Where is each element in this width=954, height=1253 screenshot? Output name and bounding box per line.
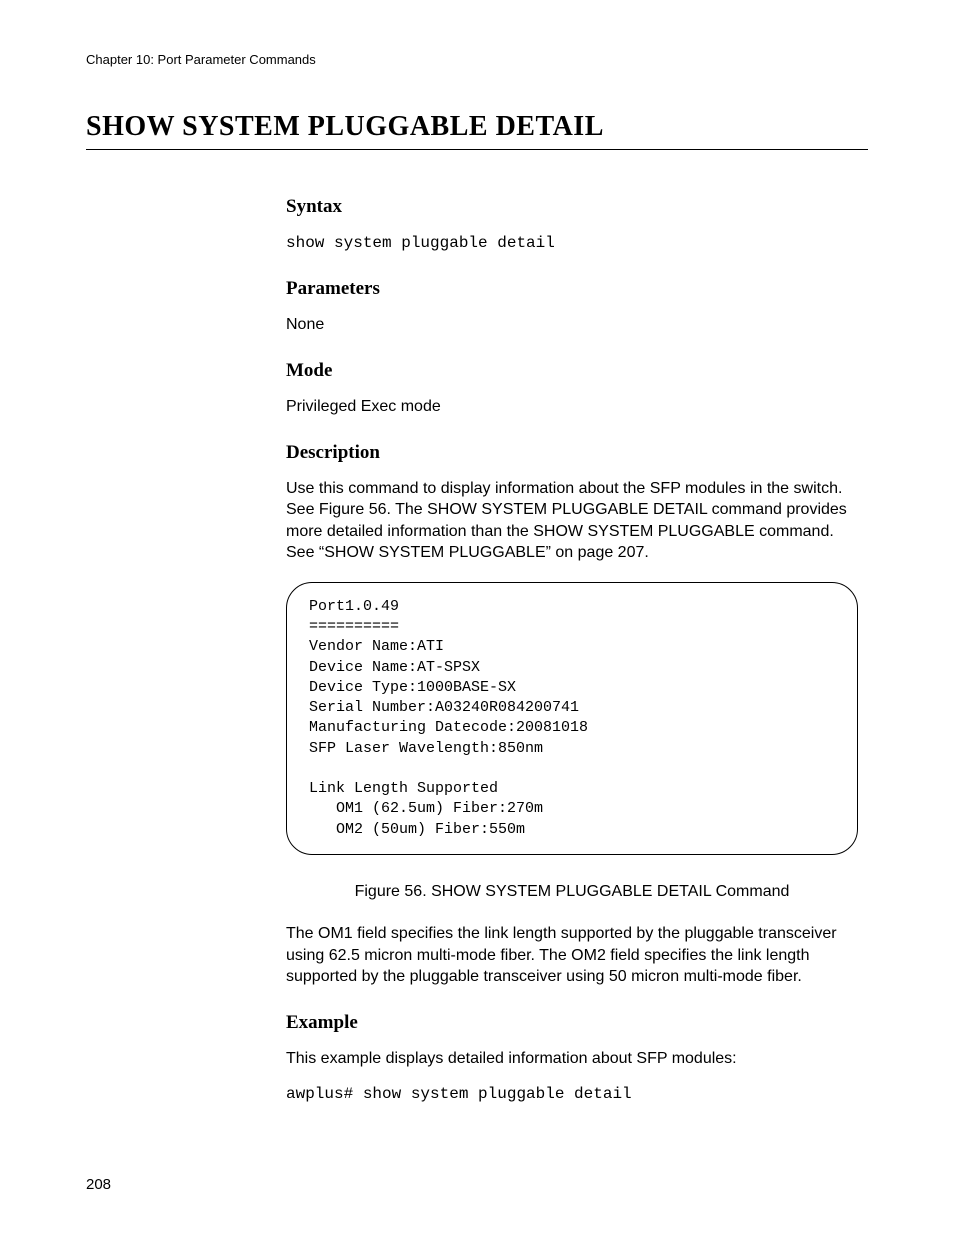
- figure-output-box: Port1.0.49 ========== Vendor Name:ATI De…: [286, 582, 858, 855]
- running-head: Chapter 10: Port Parameter Commands: [86, 52, 868, 67]
- example-code: awplus# show system pluggable detail: [286, 1083, 858, 1105]
- syntax-code: show system pluggable detail: [286, 232, 858, 254]
- parameters-text: None: [286, 314, 858, 336]
- figure-code: Port1.0.49 ========== Vendor Name:ATI De…: [309, 597, 835, 840]
- content-body: Syntax show system pluggable detail Para…: [286, 196, 858, 1106]
- example-text: This example displays detailed informati…: [286, 1048, 858, 1070]
- description-heading: Description: [286, 442, 858, 464]
- parameters-heading: Parameters: [286, 278, 858, 300]
- command-title: SHOW SYSTEM PLUGGABLE DETAIL: [86, 111, 868, 150]
- description-text: Use this command to display information …: [286, 478, 858, 564]
- page-number: 208: [86, 1176, 868, 1193]
- mode-text: Privileged Exec mode: [286, 396, 858, 418]
- description-text-2: The OM1 field specifies the link length …: [286, 923, 858, 988]
- example-heading: Example: [286, 1012, 858, 1034]
- figure-caption: Figure 56. SHOW SYSTEM PLUGGABLE DETAIL …: [286, 883, 858, 901]
- mode-heading: Mode: [286, 360, 858, 382]
- syntax-heading: Syntax: [286, 196, 858, 218]
